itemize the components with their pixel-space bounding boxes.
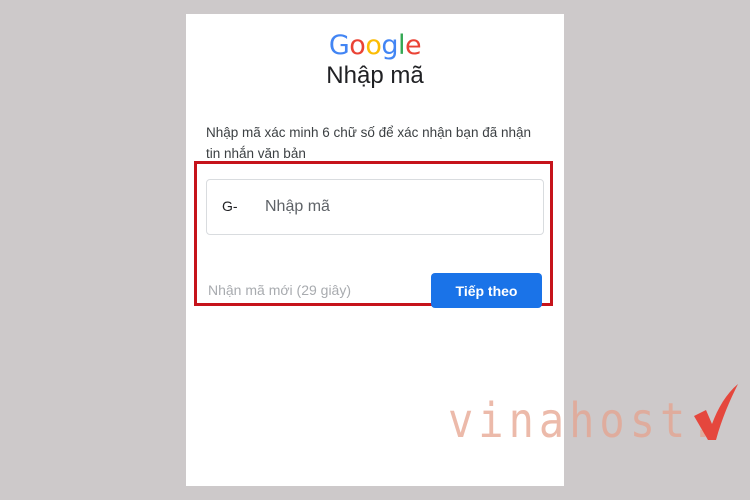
logo-letter: e bbox=[405, 30, 422, 61]
verification-code-input[interactable] bbox=[265, 190, 525, 224]
resend-code-link: Nhận mã mới (29 giây) bbox=[208, 282, 352, 298]
page-title: Nhập mã bbox=[326, 62, 424, 89]
watermark-text: vinahost. bbox=[448, 392, 721, 449]
watermark-logo: vinahost. bbox=[448, 392, 721, 448]
next-button[interactable]: Tiếp theo bbox=[431, 273, 542, 308]
code-prefix: G- bbox=[222, 198, 238, 214]
google-logo: Google bbox=[186, 30, 564, 61]
logo-letter: g bbox=[381, 30, 398, 61]
logo-letter: o bbox=[365, 30, 382, 61]
checkmark-icon bbox=[694, 384, 738, 440]
instruction-text: Nhập mã xác minh 6 chữ số để xác nhận bạ… bbox=[206, 125, 531, 161]
verification-code-field[interactable]: G- bbox=[206, 179, 544, 235]
logo-letter: l bbox=[398, 30, 406, 61]
logo-letter: o bbox=[349, 30, 366, 61]
logo-letter: G bbox=[328, 30, 350, 61]
